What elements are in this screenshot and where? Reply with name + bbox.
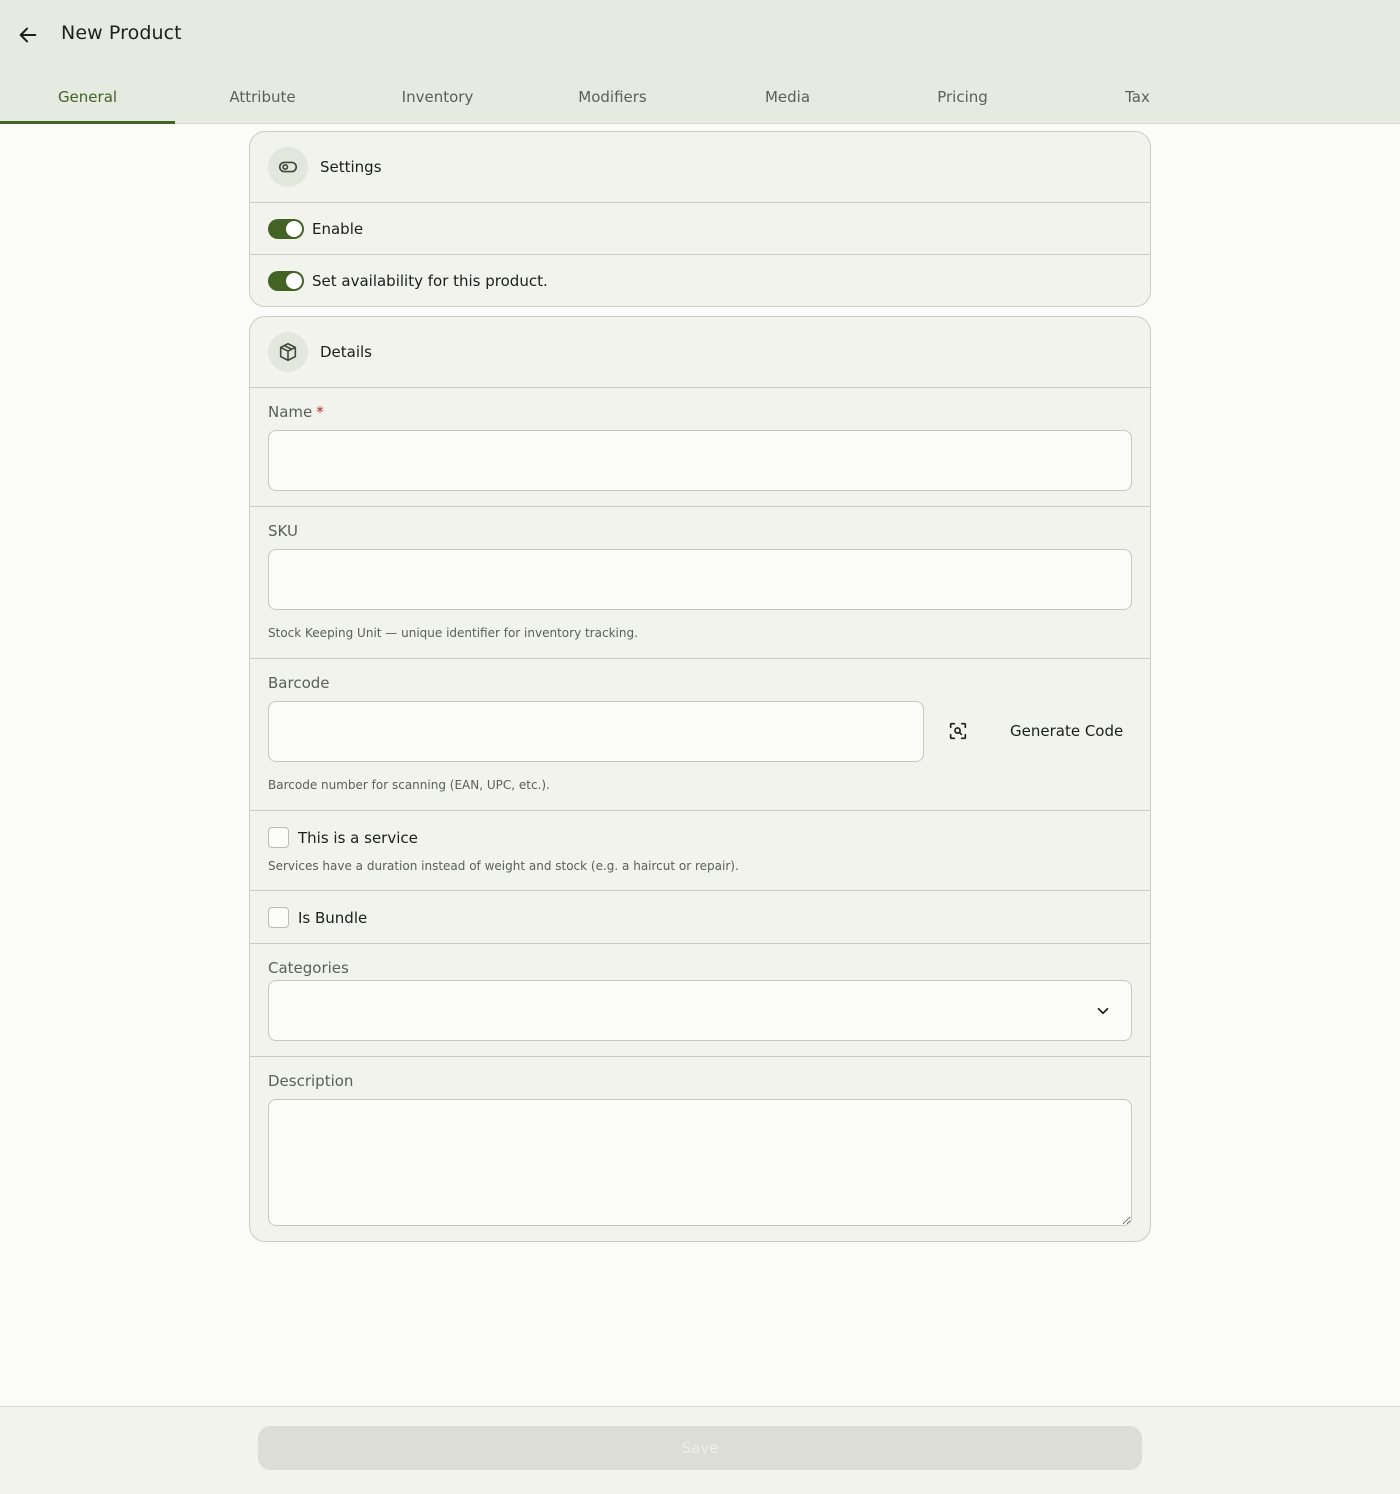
details-card: Details Name * SKU Stock Keeping Unit — u… bbox=[249, 316, 1151, 1242]
sku-row: SKU Stock Keeping Unit — unique identifi… bbox=[250, 507, 1150, 659]
tab-media[interactable]: Media bbox=[700, 70, 875, 123]
barcode-help: Barcode number for scanning (EAN, UPC, e… bbox=[268, 778, 550, 792]
tab-pricing[interactable]: Pricing bbox=[875, 70, 1050, 123]
barcode-label: Barcode bbox=[268, 674, 330, 692]
bundle-checkbox[interactable] bbox=[268, 907, 289, 928]
sku-label: SKU bbox=[268, 522, 298, 540]
tab-modifiers[interactable]: Modifiers bbox=[525, 70, 700, 123]
enable-toggle[interactable] bbox=[268, 218, 304, 239]
description-row: Description bbox=[250, 1057, 1150, 1241]
toggle-knob bbox=[286, 273, 302, 289]
tab-tax[interactable]: Tax bbox=[1050, 70, 1225, 123]
name-input[interactable] bbox=[268, 430, 1132, 491]
chevron-down-icon bbox=[1093, 1001, 1113, 1021]
top-app-bar: New Product General Attribute Inventory … bbox=[0, 0, 1400, 124]
back-button[interactable] bbox=[12, 19, 44, 51]
categories-select[interactable] bbox=[268, 980, 1132, 1041]
name-label-text: Name bbox=[268, 403, 313, 421]
toggle-icon bbox=[268, 147, 308, 187]
details-header: Details bbox=[250, 317, 1150, 388]
service-checkbox-group: This is a service bbox=[268, 827, 418, 848]
categories-label: Categories bbox=[268, 959, 349, 977]
sku-input[interactable] bbox=[268, 549, 1132, 610]
tab-attribute[interactable]: Attribute bbox=[175, 70, 350, 123]
bundle-checkbox-group: Is Bundle bbox=[268, 907, 367, 928]
settings-header: Settings bbox=[250, 132, 1150, 203]
footer-bar: Save bbox=[0, 1406, 1400, 1494]
description-textarea[interactable] bbox=[268, 1099, 1132, 1226]
barcode-row: Barcode Generate Code Barcode number for… bbox=[250, 659, 1150, 811]
page-title: New Product bbox=[61, 22, 182, 44]
toggle-knob bbox=[286, 220, 302, 237]
categories-row: Categories bbox=[250, 944, 1150, 1057]
tab-inventory[interactable]: Inventory bbox=[350, 70, 525, 123]
description-label: Description bbox=[268, 1072, 354, 1090]
scan-barcode-button[interactable] bbox=[942, 715, 974, 747]
required-mark: * bbox=[316, 403, 324, 421]
box-icon bbox=[268, 332, 308, 372]
service-label: This is a service bbox=[298, 828, 418, 847]
barcode-input[interactable] bbox=[268, 701, 924, 762]
sku-help: Stock Keeping Unit — unique identifier f… bbox=[268, 626, 638, 640]
details-title: Details bbox=[320, 343, 373, 361]
enable-label: Enable bbox=[312, 219, 364, 238]
availability-label: Set availability for this product. bbox=[312, 272, 548, 290]
save-button[interactable]: Save bbox=[258, 1426, 1142, 1470]
service-help: Services have a duration instead of weig… bbox=[268, 859, 739, 873]
arrow-left-icon bbox=[19, 27, 37, 43]
service-row: This is a service Services have a durati… bbox=[250, 811, 1150, 891]
bundle-row: Is Bundle bbox=[250, 891, 1150, 944]
scan-icon bbox=[949, 722, 967, 740]
name-label: Name * bbox=[268, 403, 324, 421]
tab-bar: General Attribute Inventory Modifiers Me… bbox=[0, 70, 1400, 124]
name-row: Name * bbox=[250, 388, 1150, 507]
availability-toggle[interactable] bbox=[268, 271, 304, 291]
service-checkbox[interactable] bbox=[268, 827, 289, 848]
enable-row: Enable bbox=[250, 203, 1150, 255]
settings-card: Settings Enable Set availability for thi… bbox=[249, 131, 1151, 307]
generate-code-button[interactable]: Generate Code bbox=[996, 714, 1137, 748]
tab-general[interactable]: General bbox=[0, 70, 175, 124]
bundle-label: Is Bundle bbox=[298, 908, 368, 927]
availability-row: Set availability for this product. bbox=[250, 255, 1150, 306]
settings-title: Settings bbox=[320, 158, 382, 176]
